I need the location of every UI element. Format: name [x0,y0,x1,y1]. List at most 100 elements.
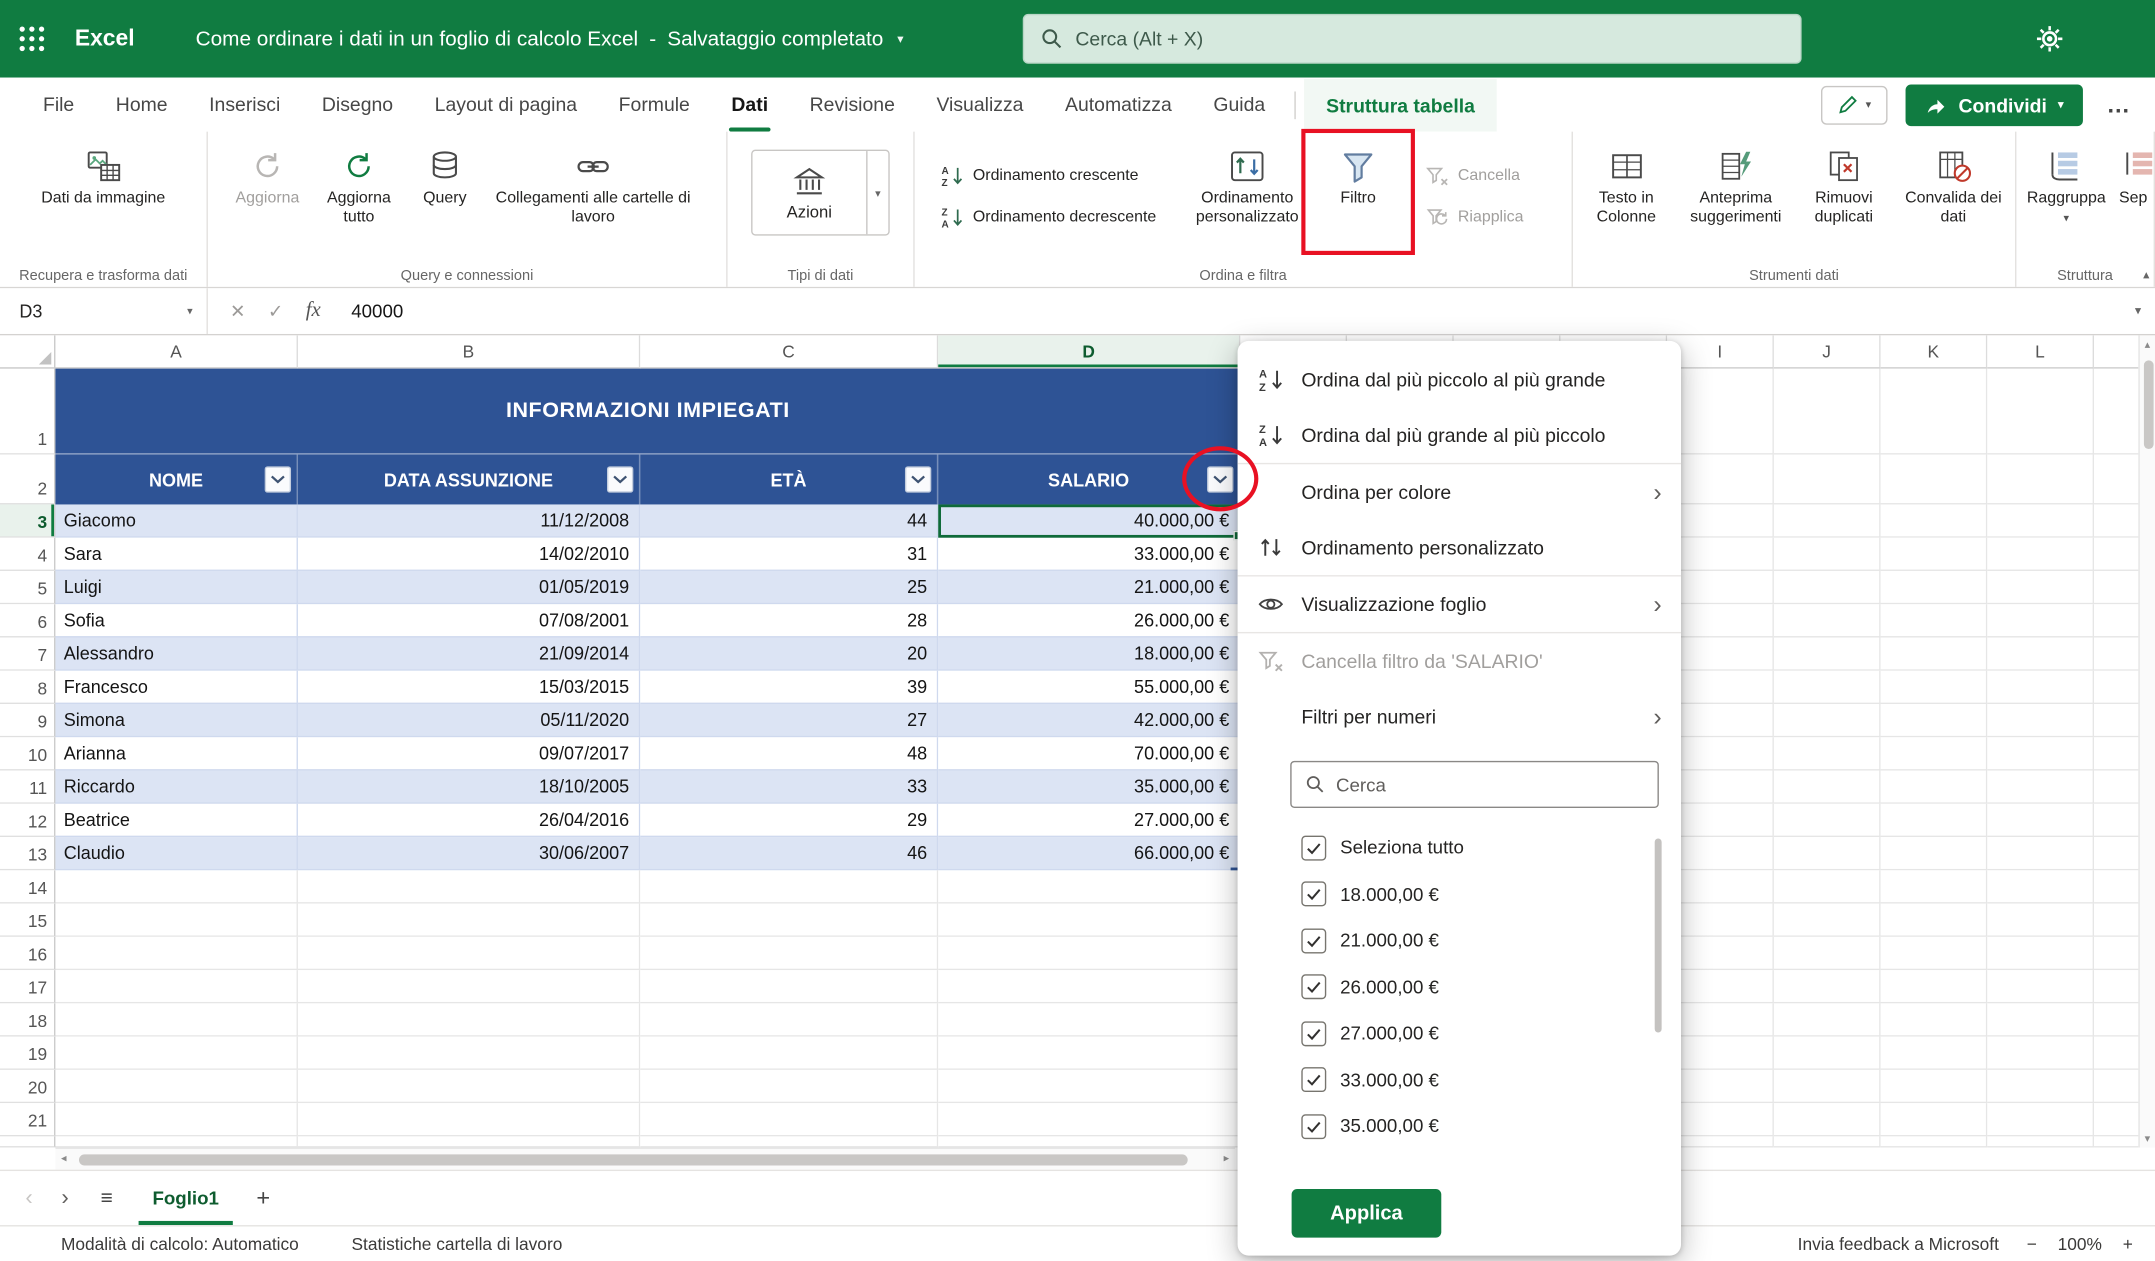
select-all-corner[interactable] [0,335,56,369]
cell-C4[interactable]: 31 [640,537,939,571]
row-header-10[interactable]: 10 [0,737,56,771]
tab-file[interactable]: File [22,78,95,132]
cell-I18[interactable] [1667,1003,1774,1037]
cell-D15[interactable] [938,903,1241,937]
tab-inserisci[interactable]: Inserisci [188,78,301,132]
cell-C13[interactable]: 46 [640,837,939,871]
cell-L1[interactable] [1987,368,2095,455]
cell-C15[interactable] [640,903,939,937]
cell-C10[interactable]: 48 [640,737,939,771]
cell-C17[interactable] [640,970,939,1004]
cell-J15[interactable] [1773,903,1881,937]
cell-K22[interactable] [1880,1136,1988,1148]
cell-J18[interactable] [1773,1003,1881,1037]
filter-value-2[interactable]: 26.000,00 € [1301,964,1681,1010]
column-header-D[interactable]: D [938,335,1241,369]
cell-J5[interactable] [1773,570,1881,605]
cell-I16[interactable] [1667,936,1774,971]
ordinamento-personalizzato-button[interactable]: Ordinamento personalizzato [1181,139,1314,235]
cell-K11[interactable] [1880,770,1988,804]
cell-L21[interactable] [1987,1103,2095,1137]
cell-K12[interactable] [1880,803,1988,838]
cell-I10[interactable] [1667,737,1774,771]
cell-A8[interactable]: Francesco [55,670,298,705]
convalida-dati-button[interactable]: Convalida dei dati [1895,139,2011,235]
cell-D22[interactable] [938,1136,1241,1148]
tab-automatizza[interactable]: Automatizza [1044,78,1192,132]
cell-M16[interactable] [2094,936,2139,971]
cell-J20[interactable] [1773,1069,1881,1104]
cell-L13[interactable] [1987,837,2095,871]
cell-B21[interactable] [297,1103,641,1137]
cell-M15[interactable] [2094,903,2139,937]
cell-I21[interactable] [1667,1103,1774,1137]
cell-M14[interactable] [2094,870,2139,904]
row-header-11[interactable]: 11 [0,770,56,804]
cell-K20[interactable] [1880,1069,1988,1104]
cell-J3[interactable] [1773,504,1881,538]
cell-K15[interactable] [1880,903,1988,937]
name-box[interactable]: D3 ▾ [0,288,208,334]
scroll-right-icon[interactable]: ▸ [1224,1152,1230,1164]
cell-K21[interactable] [1880,1103,1988,1137]
cell-D20[interactable] [938,1069,1241,1104]
feedback-link[interactable]: Invia feedback a Microsoft [1798,1234,1999,1253]
cell-D10[interactable]: 70.000,00 € [938,737,1241,771]
filter-value-select-all[interactable]: Seleziona tutto [1301,825,1681,871]
filtro-button[interactable]: Filtro [1301,128,1415,255]
vertical-scrollbar[interactable]: ▴ ▾ [2138,335,2155,1148]
cell-A13[interactable]: Claudio [55,837,298,871]
cell-B13[interactable]: 30/06/2007 [297,837,641,871]
save-status[interactable]: Salvataggio completato [667,27,883,51]
zoom-in-button[interactable]: + [2123,1234,2133,1253]
list-scrollbar-thumb[interactable] [1654,838,1662,1033]
cell-L10[interactable] [1987,737,2095,771]
row-header-2[interactable]: 2 [0,454,56,505]
cell-M13[interactable] [2094,837,2139,871]
cell-J13[interactable] [1773,837,1881,871]
separa-button[interactable]: Sep [2113,139,2155,216]
cell-B19[interactable] [297,1036,641,1070]
horizontal-scrollbar-thumb[interactable] [78,1154,1188,1166]
cell-D6[interactable]: 26.000,00 € [938,604,1241,638]
row-header-22[interactable] [0,1136,56,1148]
tab-guida[interactable]: Guida [1193,78,1286,132]
cell-A17[interactable] [55,970,298,1004]
cell-I15[interactable] [1667,903,1774,937]
cell-K9[interactable] [1880,704,1988,738]
cell-B15[interactable] [297,903,641,937]
cell-I4[interactable] [1667,537,1774,571]
cell-M5[interactable] [2094,570,2139,605]
more-options-button[interactable]: … [2101,91,2136,119]
cell-I9[interactable] [1667,704,1774,738]
cell-K14[interactable] [1880,870,1988,904]
row-header-16[interactable]: 16 [0,936,56,971]
cell-J6[interactable] [1773,604,1881,638]
cell-K13[interactable] [1880,837,1988,871]
vertical-scrollbar-thumb[interactable] [2143,360,2153,450]
cell-M12[interactable] [2094,803,2139,838]
cell-A20[interactable] [55,1069,298,1104]
testo-in-colonne-button[interactable]: Testo in Colonne [1576,139,1676,235]
cell-D12[interactable]: 27.000,00 € [938,803,1241,838]
cell-I3[interactable] [1667,504,1774,538]
cell-C14[interactable] [640,870,939,904]
cell-A7[interactable]: Alessandro [55,637,298,671]
cell-B3[interactable]: 11/12/2008 [297,504,641,538]
cell-C16[interactable] [640,936,939,971]
cell-M4[interactable] [2094,537,2139,571]
cell-M21[interactable] [2094,1103,2139,1137]
cell-D13[interactable]: 66.000,00 € [938,837,1241,871]
next-sheet-button[interactable]: › [47,1186,83,1211]
document-title-bar[interactable]: Come ordinare i dati in un foglio di cal… [196,27,904,51]
cell-L4[interactable] [1987,537,2095,571]
filter-value-0[interactable]: 18.000,00 € [1301,871,1681,917]
filter-search-input[interactable] [1335,773,1644,795]
cell-C6[interactable]: 28 [640,604,939,638]
cell-L14[interactable] [1987,870,2095,904]
column-header-C[interactable]: C [640,335,939,369]
cell-J21[interactable] [1773,1103,1881,1137]
azioni-gallery[interactable]: Azioni ▾ [751,149,890,236]
column-header-K[interactable]: K [1880,335,1988,369]
cell-C20[interactable] [640,1069,939,1104]
